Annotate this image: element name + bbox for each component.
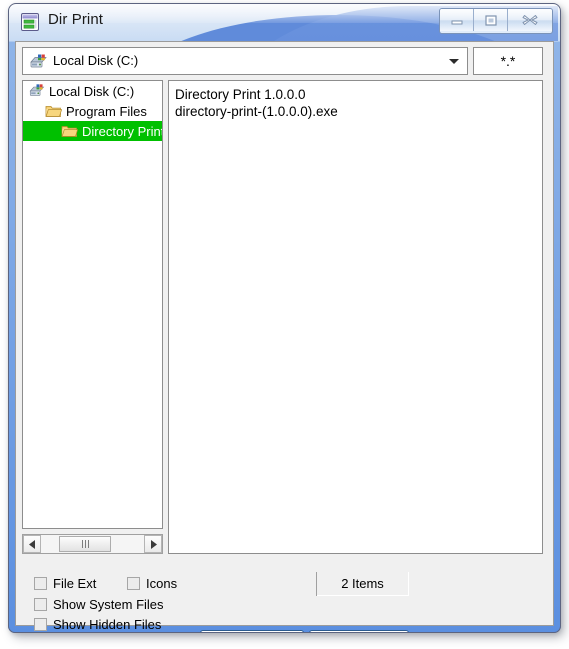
checkbox-label: Show Hidden Files [53,617,162,632]
maximize-button[interactable] [474,9,508,31]
checkbox-label: Icons [146,576,178,591]
folder-tree[interactable]: Local Disk (C:) Program Files Directory … [22,80,163,529]
drive-path-combobox[interactable]: Local Disk (C:) [22,47,468,75]
checkbox-show-system-files[interactable]: Show System Files [34,597,164,612]
checkbox-label: Show System Files [53,597,164,612]
file-filter-input[interactable]: *.* [473,47,543,75]
checkbox-box[interactable] [34,577,47,590]
tree-horizontal-scrollbar[interactable] [22,534,163,554]
triangle-left-icon [28,539,35,549]
scrollbar-thumb[interactable] [59,536,111,552]
checkbox-show-hidden-files[interactable]: Show Hidden Files [34,617,161,632]
checkbox-icons[interactable]: Icons [127,576,177,591]
close-icon [522,15,538,25]
file-list[interactable]: Directory Print 1.0.0.0 directory-print-… [168,80,543,554]
title-bar[interactable]: Dir Print [8,3,561,41]
hard-drive-icon [28,83,45,99]
save-as-file-button[interactable]: Save As File [309,630,409,633]
folder-icon [61,123,79,139]
list-item[interactable]: Directory Print 1.0.0.0 [175,86,536,103]
app-window-icon [20,12,40,32]
tree-item-label: Program Files [66,103,147,119]
minimize-button[interactable] [440,9,474,31]
scroll-left-button[interactable] [23,535,41,553]
checkbox-box[interactable] [127,577,140,590]
application-window: Dir Print Local Disk (C:) *.* Local Disk… [8,3,561,633]
grip-line [81,540,83,548]
scroll-right-button[interactable] [144,535,162,553]
tree-item-label: Local Disk (C:) [49,83,135,99]
drive-path-value: Local Disk (C:) [53,53,139,68]
list-item[interactable]: directory-print-(1.0.0.0).exe [175,103,536,120]
print-button[interactable]: Print [200,630,304,633]
grip-line [84,540,86,548]
checkbox-box[interactable] [34,618,47,631]
grip-line [87,540,89,548]
tree-item-local-disk[interactable]: Local Disk (C:) [23,81,162,101]
chevron-down-icon[interactable] [449,59,459,64]
checkbox-file-ext[interactable]: File Ext [34,576,96,591]
checkbox-label: File Ext [53,576,97,591]
checkbox-box[interactable] [34,598,47,611]
triangle-right-icon [150,539,157,549]
minimize-icon [451,20,462,25]
tree-item-label: Directory Print [82,123,163,139]
status-item-count: 2 Items [317,572,409,596]
close-button[interactable] [508,9,552,31]
hard-drive-icon [29,53,47,71]
client-area: Local Disk (C:) *.* Local Disk (C:) Prog… [15,41,554,633]
folder-icon [45,103,63,119]
caption-button-group [439,8,553,34]
tree-item-program-files[interactable]: Program Files [23,101,162,121]
scrollbar-track[interactable] [41,535,144,553]
screenshot-root: Dir Print Local Disk (C:) *.* Local Disk… [0,0,569,649]
window-title: Dir Print [48,11,104,28]
tree-item-directory-print[interactable]: Directory Print [23,121,162,141]
maximize-icon [484,14,497,26]
